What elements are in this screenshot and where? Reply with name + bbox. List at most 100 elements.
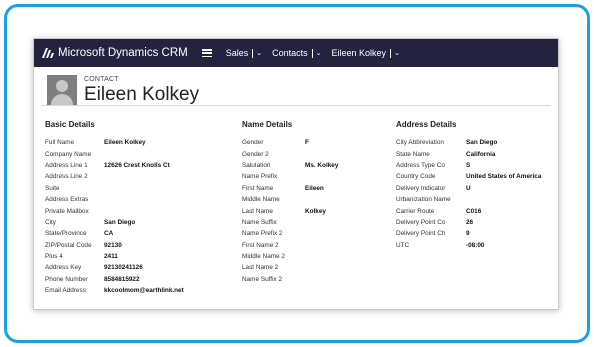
field-value[interactable]: Eileen Kolkey [104,139,146,146]
form-field-row: Name Prefix 2 [242,228,392,239]
form-field-row: Email Address kkcoolmom@earthlink.net [45,285,235,296]
field-label: Suite [45,184,60,192]
section-address-details: Address Details City Abbreviation San Die… [396,120,566,251]
hamburger-menu-icon[interactable] [201,49,212,57]
form-field-row: First Name Eileen [242,183,392,194]
field-value[interactable]: -08:00 [466,242,484,249]
field-value[interactable]: San Diego [104,219,135,226]
field-label: Salutation [242,161,271,169]
field-value[interactable]: 26 [466,219,473,226]
nav-record[interactable]: Eileen Kolkey ⌄ [332,48,400,58]
nav-sales-label: Sales [225,48,249,58]
section-basic-details: Basic Details Full Name Eileen Kolkey Comp… [45,120,235,296]
field-label: Last Name 2 [242,264,279,272]
field-value[interactable]: Eileen [305,185,324,192]
field-label: Gender [242,139,264,147]
field-label: Carrier Route [396,207,435,215]
field-value[interactable]: 92130241126 [104,264,143,271]
field-label: Urbanization Name [396,196,451,204]
form-field-row: Name Suffix [242,217,392,228]
field-label: State/Province [45,230,87,238]
field-label: Email Address [45,287,86,295]
field-label: Address Type Co [396,161,445,169]
dynamics-logo-icon [42,48,54,58]
form-field-row: City San Diego [45,217,235,228]
field-value[interactable]: kkcoolmom@earthlink.net [104,287,184,294]
form-field-row: Gender 2 [242,148,392,159]
form-field-row: City Abbreviation San Diego [396,137,566,148]
field-list: Full Name Eileen Kolkey Company Name Addres… [45,137,235,296]
form-field-row: Private Mailbox [45,205,235,216]
section-title: Basic Details [45,120,95,129]
form-field-row: Plus 4 2411 [45,251,235,262]
field-value[interactable]: 12626 Crest Knolls Ct [104,162,170,169]
field-value[interactable]: 8584815922 [104,276,140,283]
entity-type-label: CONTACT [84,76,119,83]
field-label: Country Code [396,173,436,181]
field-value[interactable]: CA [104,230,113,237]
form-field-row: Suite [45,183,235,194]
field-value[interactable]: C016 [466,208,481,215]
field-value[interactable]: 9 [466,230,470,237]
field-value[interactable]: U [466,185,471,192]
field-label: Middle Name [242,196,280,204]
chevron-down-icon[interactable]: ⌄ [256,49,262,57]
field-label: First Name [242,184,274,192]
field-value[interactable]: United States of America [466,173,541,180]
form-field-row: Name Suffix 2 [242,274,392,285]
form-field-row: Country Code United States of America [396,171,566,182]
field-label: Name Suffix 2 [242,275,283,283]
field-label: Name Prefix [242,173,278,181]
chevron-down-icon[interactable]: ⌄ [316,49,322,57]
form-field-row: Middle Name [242,194,392,205]
section-name-details: Name Details Gender F Gender 2 Salutation Ms… [242,120,392,285]
form-field-row: Address Extras [45,194,235,205]
field-value[interactable]: Kolkey [305,208,326,215]
form-field-row: Delivery Point Co 26 [396,217,566,228]
field-label: UTC [396,241,410,249]
field-value[interactable]: 92130 [104,242,122,249]
form-field-row: Delivery Indicator U [396,183,566,194]
form-field-row: Salutation Ms. Kolkey [242,160,392,171]
field-label: Name Suffix [242,218,277,226]
section-title: Address Details [396,120,457,129]
app-name: Microsoft Dynamics CRM [58,47,188,59]
nav-contacts[interactable]: Contacts ⌄ [272,48,321,58]
field-label: Address Line 1 [45,161,88,169]
app-brand[interactable]: Microsoft Dynamics CRM [42,47,188,59]
record-title: Eileen Kolkey [84,84,200,105]
field-label: Delivery Point Co [396,218,446,226]
field-value[interactable]: 2411 [104,253,118,260]
field-value[interactable]: S [466,162,470,169]
field-value[interactable]: Ms. Kolkey [305,162,338,169]
record-header: CONTACT Eileen Kolkey [34,67,558,121]
nav-divider [311,48,313,58]
form-field-row: Middle Name 2 [242,251,392,262]
form-field-row: Carrier Route C016 [396,205,566,216]
field-value[interactable]: California [466,151,495,158]
field-label: Plus 4 [45,253,63,261]
field-label: Phone Number [45,275,88,283]
form-field-row: Full Name Eileen Kolkey [45,137,235,148]
chevron-down-icon[interactable]: ⌄ [394,49,400,57]
field-value[interactable]: F [305,139,309,146]
field-label: Address Key [45,264,82,272]
field-value[interactable]: San Diego [466,139,497,146]
field-label: First Name 2 [242,241,279,249]
form-field-row: Urbanization Name [396,194,566,205]
form-field-row: Phone Number 8584815922 [45,274,235,285]
form-field-row: UTC -08:00 [396,240,566,251]
field-label: State Name [396,150,430,158]
field-label: Middle Name 2 [242,253,285,261]
field-list: Gender F Gender 2 Salutation Ms. Kolkey Name … [242,137,392,285]
form-field-row: Address Key 92130241126 [45,262,235,273]
field-label: City Abbreviation [396,139,444,147]
field-label: Delivery Indicator [396,184,446,192]
form-field-row: Address Type Co S [396,160,566,171]
form-field-row: State/Province CA [45,228,235,239]
form-field-row: Delivery Point Ch 9 [396,228,566,239]
nav-contacts-label: Contacts [272,48,308,58]
section-title: Name Details [242,120,293,129]
form-field-row: Address Line 1 12626 Crest Knolls Ct [45,160,235,171]
nav-sales[interactable]: Sales ⌄ [226,48,262,58]
